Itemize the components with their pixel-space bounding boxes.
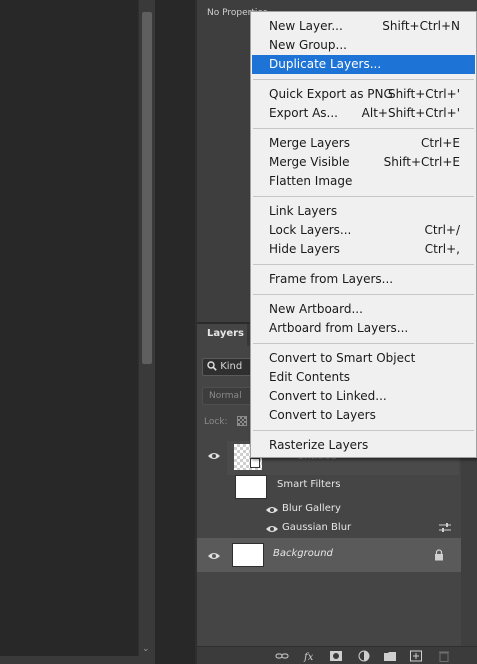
smart-object-badge-icon — [250, 458, 260, 468]
fx-icon[interactable]: fx — [303, 650, 317, 662]
canvas-vertical-scrollbar[interactable]: ⌄ — [138, 0, 155, 664]
menu-item-convert-to-smart-object[interactable]: Convert to Smart Object — [252, 349, 475, 368]
filter-item-gaussian-blur[interactable]: Gaussian Blur — [282, 522, 351, 533]
mask-icon[interactable] — [329, 650, 343, 662]
search-icon — [207, 361, 217, 371]
smart-filters-mask-thumbnail[interactable] — [235, 475, 267, 499]
menu-item-frame-from-layers[interactable]: Frame from Layers... — [252, 270, 475, 289]
eye-icon[interactable] — [265, 505, 279, 515]
menu-item-link-layers[interactable]: Link Layers — [252, 202, 475, 221]
lock-label: Lock: — [204, 417, 228, 427]
layers-footer-toolbar: fx — [197, 646, 477, 664]
menu-item-merge-visible[interactable]: Merge Visible Shift+Ctrl+E — [252, 153, 475, 172]
menu-separator — [253, 264, 474, 265]
eye-icon[interactable] — [207, 551, 221, 561]
menu-separator — [253, 430, 474, 431]
background-thumbnail[interactable] — [232, 543, 264, 567]
scrollbar-thumb[interactable] — [142, 12, 152, 364]
layer-context-menu: New Layer... Shift+Ctrl+N New Group... Du… — [250, 11, 477, 458]
menu-item-new-group[interactable]: New Group... — [252, 36, 475, 55]
menu-item-edit-contents[interactable]: Edit Contents — [252, 368, 475, 387]
link-icon[interactable] — [275, 650, 289, 662]
filter-item-blur-gallery[interactable]: Blur Gallery — [282, 503, 341, 514]
menu-separator — [253, 196, 474, 197]
menu-item-hide-layers[interactable]: Hide Layers Ctrl+, — [252, 240, 475, 259]
kind-filter-select[interactable]: Kind — [202, 358, 252, 376]
menu-separator — [253, 343, 474, 344]
trash-icon[interactable] — [437, 650, 451, 662]
svg-text:fx: fx — [303, 652, 314, 662]
menu-item-convert-to-linked[interactable]: Convert to Linked... — [252, 387, 475, 406]
blend-mode-select[interactable]: Normal — [202, 387, 252, 405]
menu-item-export-as[interactable]: Export As... Alt+Shift+Ctrl+' — [252, 104, 475, 123]
filter-options-icon[interactable] — [439, 522, 451, 534]
adjustment-icon[interactable] — [357, 650, 371, 662]
tab-layers[interactable]: Layers — [197, 324, 247, 346]
canvas-horizontal-scrollbar[interactable] — [0, 656, 155, 664]
eye-icon[interactable] — [207, 451, 221, 461]
eye-icon[interactable] — [265, 524, 279, 534]
lock-transparent-pixels-icon[interactable] — [237, 416, 247, 426]
menu-item-convert-to-layers[interactable]: Convert to Layers — [252, 406, 475, 425]
workspace-gap — [155, 0, 195, 664]
smart-filters-label[interactable]: Smart Filters — [277, 479, 340, 490]
new-layer-icon[interactable] — [409, 650, 423, 662]
menu-separator — [253, 294, 474, 295]
folder-icon[interactable] — [383, 650, 397, 662]
document-canvas[interactable] — [0, 0, 138, 664]
menu-item-duplicate-layers[interactable]: Duplicate Layers... — [252, 55, 475, 74]
menu-separator — [253, 79, 474, 80]
menu-item-lock-layers[interactable]: Lock Layers... Ctrl+/ — [252, 221, 475, 240]
kind-filter-label: Kind — [220, 361, 243, 372]
menu-item-rasterize-layers[interactable]: Rasterize Layers — [252, 436, 475, 455]
chevron-down-icon[interactable]: ⌄ — [142, 644, 150, 654]
menu-item-flatten-image[interactable]: Flatten Image — [252, 172, 475, 191]
lock-icon[interactable] — [434, 549, 444, 561]
menu-item-new-layer[interactable]: New Layer... Shift+Ctrl+N — [252, 17, 475, 36]
menu-item-quick-export-png[interactable]: Quick Export as PNG Shift+Ctrl+' — [252, 85, 475, 104]
menu-item-new-artboard[interactable]: New Artboard... — [252, 300, 475, 319]
background-layer-name[interactable]: Background — [273, 548, 333, 559]
menu-separator — [253, 128, 474, 129]
menu-item-merge-layers[interactable]: Merge Layers Ctrl+E — [252, 134, 475, 153]
menu-item-artboard-from-layers[interactable]: Artboard from Layers... — [252, 319, 475, 338]
